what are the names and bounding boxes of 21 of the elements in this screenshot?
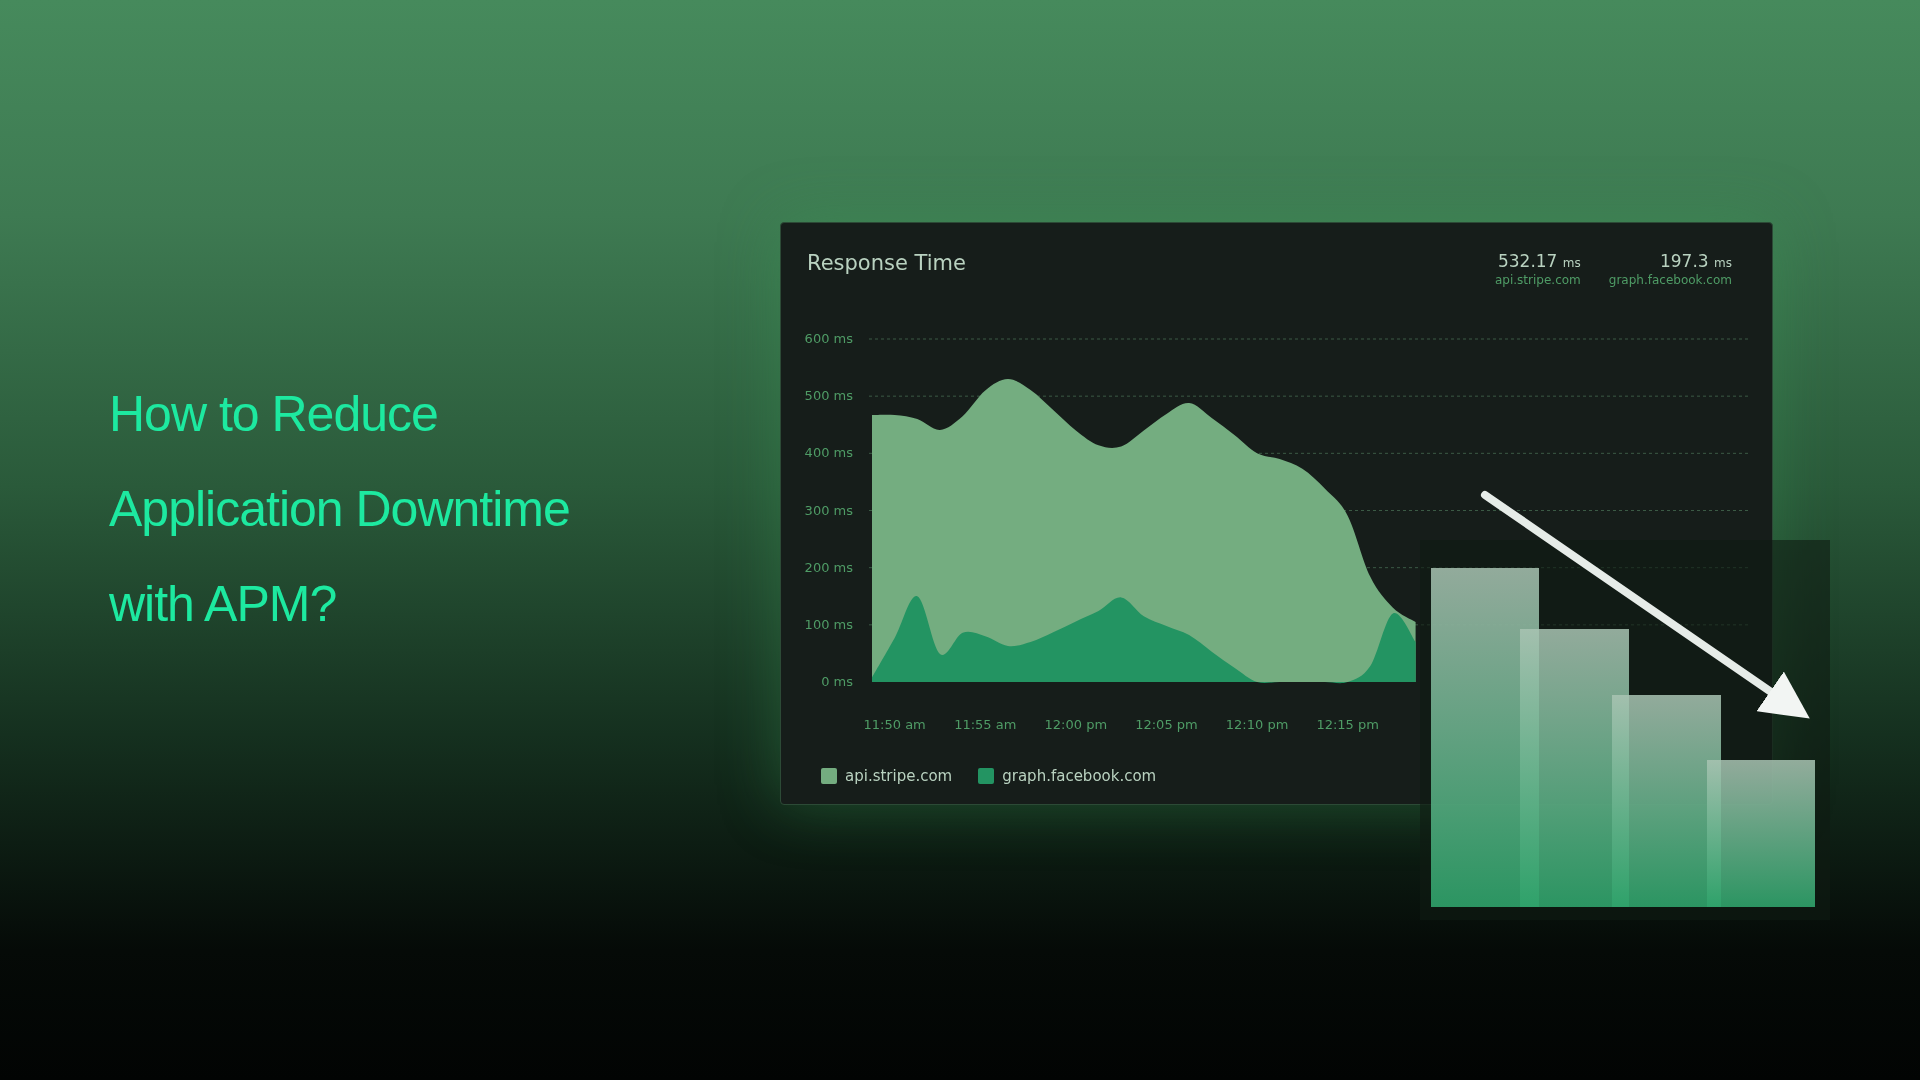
x-tick-label: 12:10 pm: [1225, 717, 1289, 732]
stat-label: api.stripe.com: [1495, 273, 1581, 287]
stat-label: graph.facebook.com: [1608, 273, 1732, 287]
y-tick-label: 400 ms: [804, 445, 853, 461]
x-tick-label: 12:15 pm: [1316, 717, 1379, 732]
stat-value: 197.3 ms: [1658, 251, 1732, 271]
y-tick-label: 600 ms: [804, 331, 853, 346]
y-tick-label: 0 ms: [821, 674, 853, 689]
x-tick-label: 11:50 am: [863, 717, 926, 732]
x-tick-label: 12:00 pm: [1044, 717, 1108, 732]
y-tick-label: 100 ms: [804, 616, 853, 632]
x-tick-label: 12:05 pm: [1135, 717, 1198, 732]
panel-title: Response Time: [807, 251, 966, 277]
legend-label: graph.facebook.com: [1002, 767, 1157, 785]
stat-value: 532.17 ms: [1496, 251, 1581, 271]
y-tick-label: 300 ms: [804, 502, 853, 518]
y-tick-label: 500 ms: [804, 388, 853, 404]
legend-label: api.stripe.com: [845, 767, 953, 785]
headline: How to Reduce Application Downtime with APM?: [109, 385, 571, 634]
y-tick-label: 200 ms: [804, 559, 853, 575]
x-tick-label: 11:55 am: [954, 717, 1017, 732]
